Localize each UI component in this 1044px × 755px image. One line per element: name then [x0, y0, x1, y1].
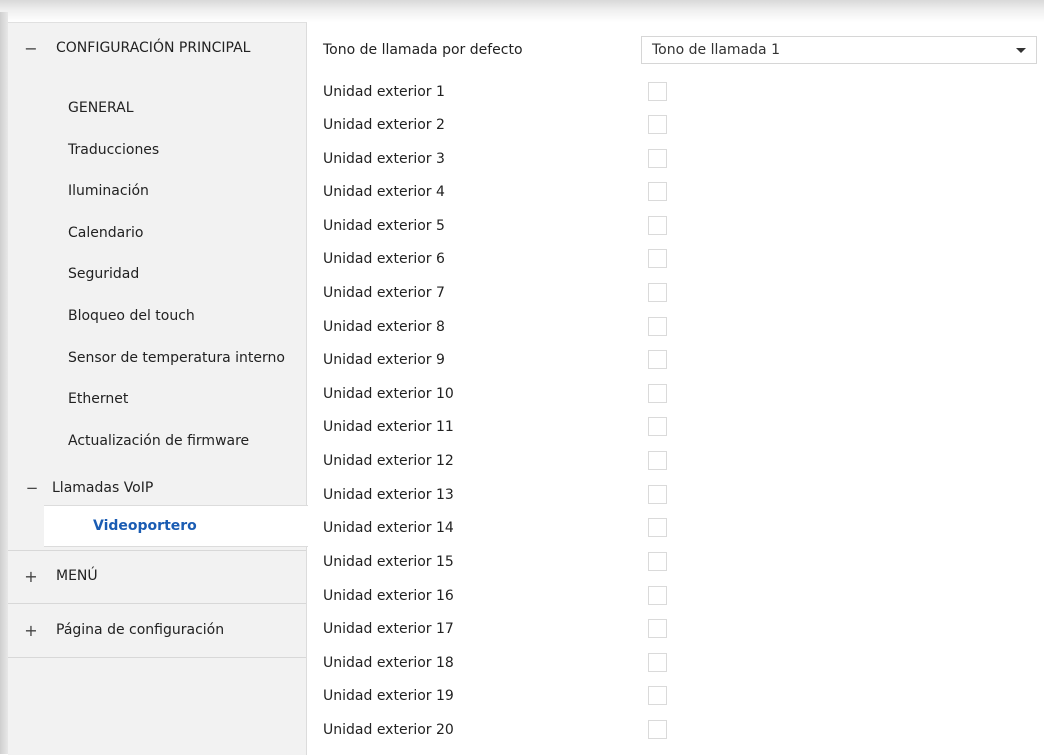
sidebar-item-sensor-temperatura[interactable]: Sensor de temperatura interno [68, 343, 285, 373]
unit-checkbox[interactable] [648, 485, 667, 504]
sidebar-item-ethernet[interactable]: Ethernet [68, 384, 128, 414]
unit-checkbox[interactable] [648, 182, 667, 201]
sidebar: − CONFIGURACIÓN PRINCIPAL GENERAL Traduc… [8, 22, 308, 755]
unit-label: Unidad exterior 10 [323, 386, 454, 402]
unit-checkbox[interactable] [648, 249, 667, 268]
sidebar-item-actualizacion-firmware[interactable]: Actualización de firmware [68, 426, 249, 456]
unit-label: Unidad exterior 13 [323, 487, 454, 503]
unit-checkbox[interactable] [648, 552, 667, 571]
unit-label: Unidad exterior 11 [323, 419, 454, 435]
unit-label: Unidad exterior 20 [323, 722, 454, 738]
unit-label: Unidad exterior 9 [323, 352, 445, 368]
unit-checkbox[interactable] [648, 619, 667, 638]
unit-label: Unidad exterior 6 [323, 251, 445, 267]
unit-label: Unidad exterior 15 [323, 554, 454, 570]
sidebar-item-videoportero[interactable]: Videoportero [44, 505, 308, 547]
unit-label: Unidad exterior 18 [323, 655, 454, 671]
expand-icon[interactable]: + [20, 621, 42, 640]
sidebar-item-llamadas-voip[interactable]: − Llamadas VoIP [8, 473, 306, 503]
sidebar-item-label: Videoportero [93, 518, 197, 534]
unit-label: Unidad exterior 2 [323, 117, 445, 133]
unit-label: Unidad exterior 8 [323, 319, 445, 335]
section-menu[interactable]: + MENÚ [8, 551, 306, 601]
unit-checkbox[interactable] [648, 686, 667, 705]
unit-label: Unidad exterior 14 [323, 520, 454, 536]
unit-label: Unidad exterior 3 [323, 151, 445, 167]
section-label: Página de configuración [56, 622, 225, 638]
unit-checkbox[interactable] [648, 653, 667, 672]
unit-label: Unidad exterior 4 [323, 184, 445, 200]
unit-label: Unidad exterior 16 [323, 588, 454, 604]
sidebar-item-seguridad[interactable]: Seguridad [68, 259, 139, 289]
expand-icon[interactable]: + [20, 567, 42, 586]
sidebar-item-traducciones[interactable]: Traducciones [68, 135, 159, 165]
sidebar-item-calendario[interactable]: Calendario [68, 218, 143, 248]
section-label: MENÚ [56, 568, 98, 584]
unit-checkbox[interactable] [648, 317, 667, 336]
sidebar-item-general[interactable]: GENERAL [68, 93, 134, 123]
unit-label: Unidad exterior 12 [323, 453, 454, 469]
unit-checkbox[interactable] [648, 417, 667, 436]
section-pagina-configuracion[interactable]: + Página de configuración [8, 605, 306, 655]
ringtone-label: Tono de llamada por defecto [323, 42, 523, 58]
parameters-panel: Tono de llamada por defecto Tono de llam… [308, 22, 1040, 754]
window-left-edge [0, 12, 8, 754]
unit-label: Unidad exterior 5 [323, 218, 445, 234]
unit-checkbox[interactable] [648, 451, 667, 470]
unit-checkbox[interactable] [648, 149, 667, 168]
collapse-icon[interactable]: − [20, 39, 42, 58]
divider [8, 603, 306, 604]
unit-checkbox[interactable] [648, 82, 667, 101]
unit-label: Unidad exterior 17 [323, 621, 454, 637]
unit-checkbox[interactable] [648, 283, 667, 302]
ringtone-dropdown[interactable]: Tono de llamada 1 [641, 36, 1037, 64]
chevron-down-icon [1016, 48, 1026, 53]
sidebar-item-bloqueo-touch[interactable]: Bloqueo del touch [68, 301, 195, 331]
sidebar-item-label: Llamadas VoIP [52, 480, 154, 496]
sidebar-item-iluminacion[interactable]: Iluminación [68, 176, 149, 206]
unit-label: Unidad exterior 1 [323, 84, 445, 100]
unit-checkbox[interactable] [648, 115, 667, 134]
unit-label: Unidad exterior 7 [323, 285, 445, 301]
ringtone-value: Tono de llamada 1 [652, 42, 780, 58]
unit-checkbox[interactable] [648, 720, 667, 739]
section-configuracion-principal[interactable]: − CONFIGURACIÓN PRINCIPAL [8, 23, 306, 73]
unit-checkbox[interactable] [648, 384, 667, 403]
unit-checkbox[interactable] [648, 518, 667, 537]
unit-checkbox[interactable] [648, 216, 667, 235]
unit-checkbox[interactable] [648, 586, 667, 605]
unit-checkbox[interactable] [648, 350, 667, 369]
unit-label: Unidad exterior 19 [323, 688, 454, 704]
divider [8, 657, 306, 658]
section-label: CONFIGURACIÓN PRINCIPAL [56, 40, 251, 56]
collapse-icon[interactable]: − [24, 479, 40, 497]
